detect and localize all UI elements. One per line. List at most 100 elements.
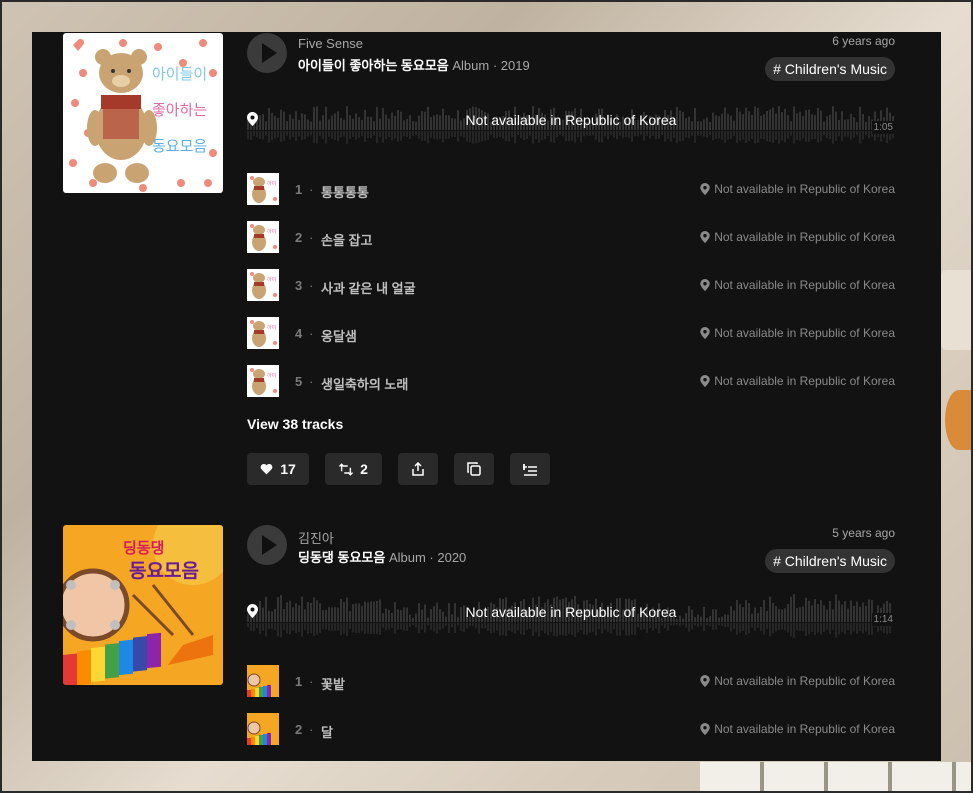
- waveform-bar-reflection: [553, 131, 555, 143]
- track-row[interactable]: 2 · 달 Not available in Republic of Korea: [247, 713, 895, 745]
- waveform-bar-reflection: [772, 131, 774, 144]
- waveform-bar-reflection: [655, 623, 657, 629]
- artist-name[interactable]: 김진아: [298, 528, 334, 547]
- waveform-bar-reflection: [361, 131, 363, 137]
- track-number: 1: [295, 674, 303, 689]
- waveform-bar-reflection: [256, 131, 258, 138]
- waveform-bar-reflection: [763, 623, 765, 635]
- xylophone-cover-art: 딩동댕 동요모음: [63, 525, 223, 685]
- track-availability: Not available in Republic of Korea: [700, 278, 895, 292]
- waveform-bar-reflection: [349, 131, 351, 139]
- waveform-bar-reflection: [832, 623, 834, 630]
- waveform-bar-reflection: [589, 131, 591, 136]
- copy-link-button[interactable]: [454, 453, 494, 485]
- waveform-bar-reflection: [382, 623, 384, 628]
- track-row[interactable]: 아이 1 · 통통통통 Not available in Republic of…: [247, 173, 895, 205]
- track-name[interactable]: 사과 같은 내 얼굴: [321, 278, 416, 297]
- waveform-bar-reflection: [487, 131, 489, 140]
- add-to-queue-button[interactable]: [510, 453, 550, 485]
- waveform-bar-reflection: [796, 131, 798, 140]
- waveform-bar-reflection: [406, 131, 408, 137]
- track-name[interactable]: 손을 잡고: [321, 230, 372, 249]
- waveform[interactable]: Not available in Republic of Korea 1:14: [247, 582, 895, 646]
- album-title-line: 딩동댕 동요모음 Album · 2020: [298, 547, 466, 566]
- waveform[interactable]: Not available in Republic of Korea 1:05: [247, 90, 895, 154]
- repost-button[interactable]: 2: [325, 453, 382, 485]
- map-pin-icon: [700, 675, 710, 687]
- waveform-bar-reflection: [412, 623, 414, 626]
- waveform-bar-reflection: [832, 131, 834, 144]
- waveform-bar-reflection: [421, 623, 423, 630]
- album-title[interactable]: 아이들이 좋아하는 동요모음: [298, 58, 449, 73]
- like-button[interactable]: 17: [247, 453, 309, 485]
- waveform-bar-reflection: [736, 131, 738, 143]
- map-pin-icon: [700, 327, 710, 339]
- waveform-bar-reflection: [682, 623, 684, 625]
- track-name[interactable]: 꽃밭: [321, 674, 345, 693]
- album-cover[interactable]: 딩동댕 동요모음: [63, 525, 223, 685]
- waveform-bar-reflection: [553, 623, 555, 636]
- play-button[interactable]: [247, 33, 287, 73]
- waveform-bar-reflection: [802, 131, 804, 139]
- waveform-bar-reflection: [844, 623, 846, 635]
- waveform-bar-reflection: [259, 623, 261, 635]
- waveform-bar-reflection: [817, 131, 819, 143]
- waveform-bar-reflection: [343, 623, 345, 634]
- cover-text-line-1: 딩동댕: [123, 539, 164, 557]
- waveform-bar-reflection: [781, 131, 783, 141]
- waveform-bar-reflection: [322, 623, 324, 630]
- view-all-tracks-link[interactable]: View 38 tracks: [247, 416, 343, 432]
- waveform-bar-reflection: [253, 623, 255, 632]
- genre-tag[interactable]: # Children's Music: [765, 549, 895, 573]
- waveform-bar-reflection: [289, 623, 291, 635]
- upload-age: 6 years ago: [832, 34, 895, 48]
- waveform-bar-reflection: [505, 131, 507, 142]
- share-button[interactable]: [398, 453, 438, 485]
- album-cover[interactable]: 아이들이 좋아하는 동요모음: [63, 33, 223, 193]
- waveform-bar-reflection: [592, 623, 594, 632]
- waveform-bar-reflection: [544, 623, 546, 634]
- waveform-bar-reflection: [400, 131, 402, 141]
- track-number: 1: [295, 182, 303, 197]
- play-button[interactable]: [247, 525, 287, 565]
- waveform-bar-reflection: [598, 623, 600, 630]
- artist-name[interactable]: Five Sense: [298, 36, 363, 51]
- waveform-bar-reflection: [511, 623, 513, 632]
- waveform-bar-reflection: [538, 131, 540, 143]
- track-name[interactable]: 생일축하의 노래: [321, 374, 408, 393]
- waveform-bar-reflection: [487, 623, 489, 632]
- waveform-bar-reflection: [322, 131, 324, 139]
- track-row[interactable]: 아이 3 · 사과 같은 내 얼굴 Not available in Repub…: [247, 269, 895, 301]
- waveform-bar-reflection: [400, 623, 402, 630]
- waveform-bar-reflection: [547, 623, 549, 636]
- waveform-bar-reflection: [358, 623, 360, 633]
- waveform-bar-reflection: [745, 131, 747, 143]
- waveform-bar-reflection: [577, 131, 579, 138]
- genre-tag[interactable]: # Children's Music: [765, 57, 895, 81]
- waveform-bar-reflection: [406, 623, 408, 631]
- waveform-bar-reflection: [373, 623, 375, 634]
- track-row[interactable]: 아이 5 · 생일축하의 노래 Not available in Republi…: [247, 365, 895, 397]
- waveform-bar-reflection: [757, 623, 759, 628]
- track-row[interactable]: 아이 2 · 손을 잡고 Not available in Republic o…: [247, 221, 895, 253]
- track-name[interactable]: 옹달샘: [321, 326, 357, 345]
- waveform-bar-reflection: [778, 131, 780, 144]
- album-title[interactable]: 딩동댕 동요모음: [298, 550, 385, 565]
- waveform-bar-reflection: [613, 623, 615, 630]
- availability-text: Not available in Republic of Korea: [714, 674, 895, 688]
- waveform-bar-reflection: [814, 131, 816, 139]
- cover-text-line-1: 아이들이: [152, 65, 207, 83]
- track-row[interactable]: 아이 4 · 옹달샘 Not available in Republic of …: [247, 317, 895, 349]
- svg-text:아이: 아이: [267, 180, 276, 187]
- waveform-bar-reflection: [403, 623, 405, 631]
- track-name[interactable]: 달: [321, 722, 333, 741]
- track-availability: Not available in Republic of Korea: [700, 326, 895, 340]
- background-decoration: [945, 390, 973, 450]
- track-name[interactable]: 통통통통: [321, 182, 369, 201]
- waveform-bar-reflection: [847, 623, 849, 631]
- waveform-bar-reflection: [262, 623, 264, 631]
- waveform-bar-reflection: [619, 623, 621, 636]
- track-row[interactable]: 1 · 꽃밭 Not available in Republic of Kore…: [247, 665, 895, 697]
- play-icon: [261, 43, 277, 63]
- waveform-bar-reflection: [868, 131, 870, 139]
